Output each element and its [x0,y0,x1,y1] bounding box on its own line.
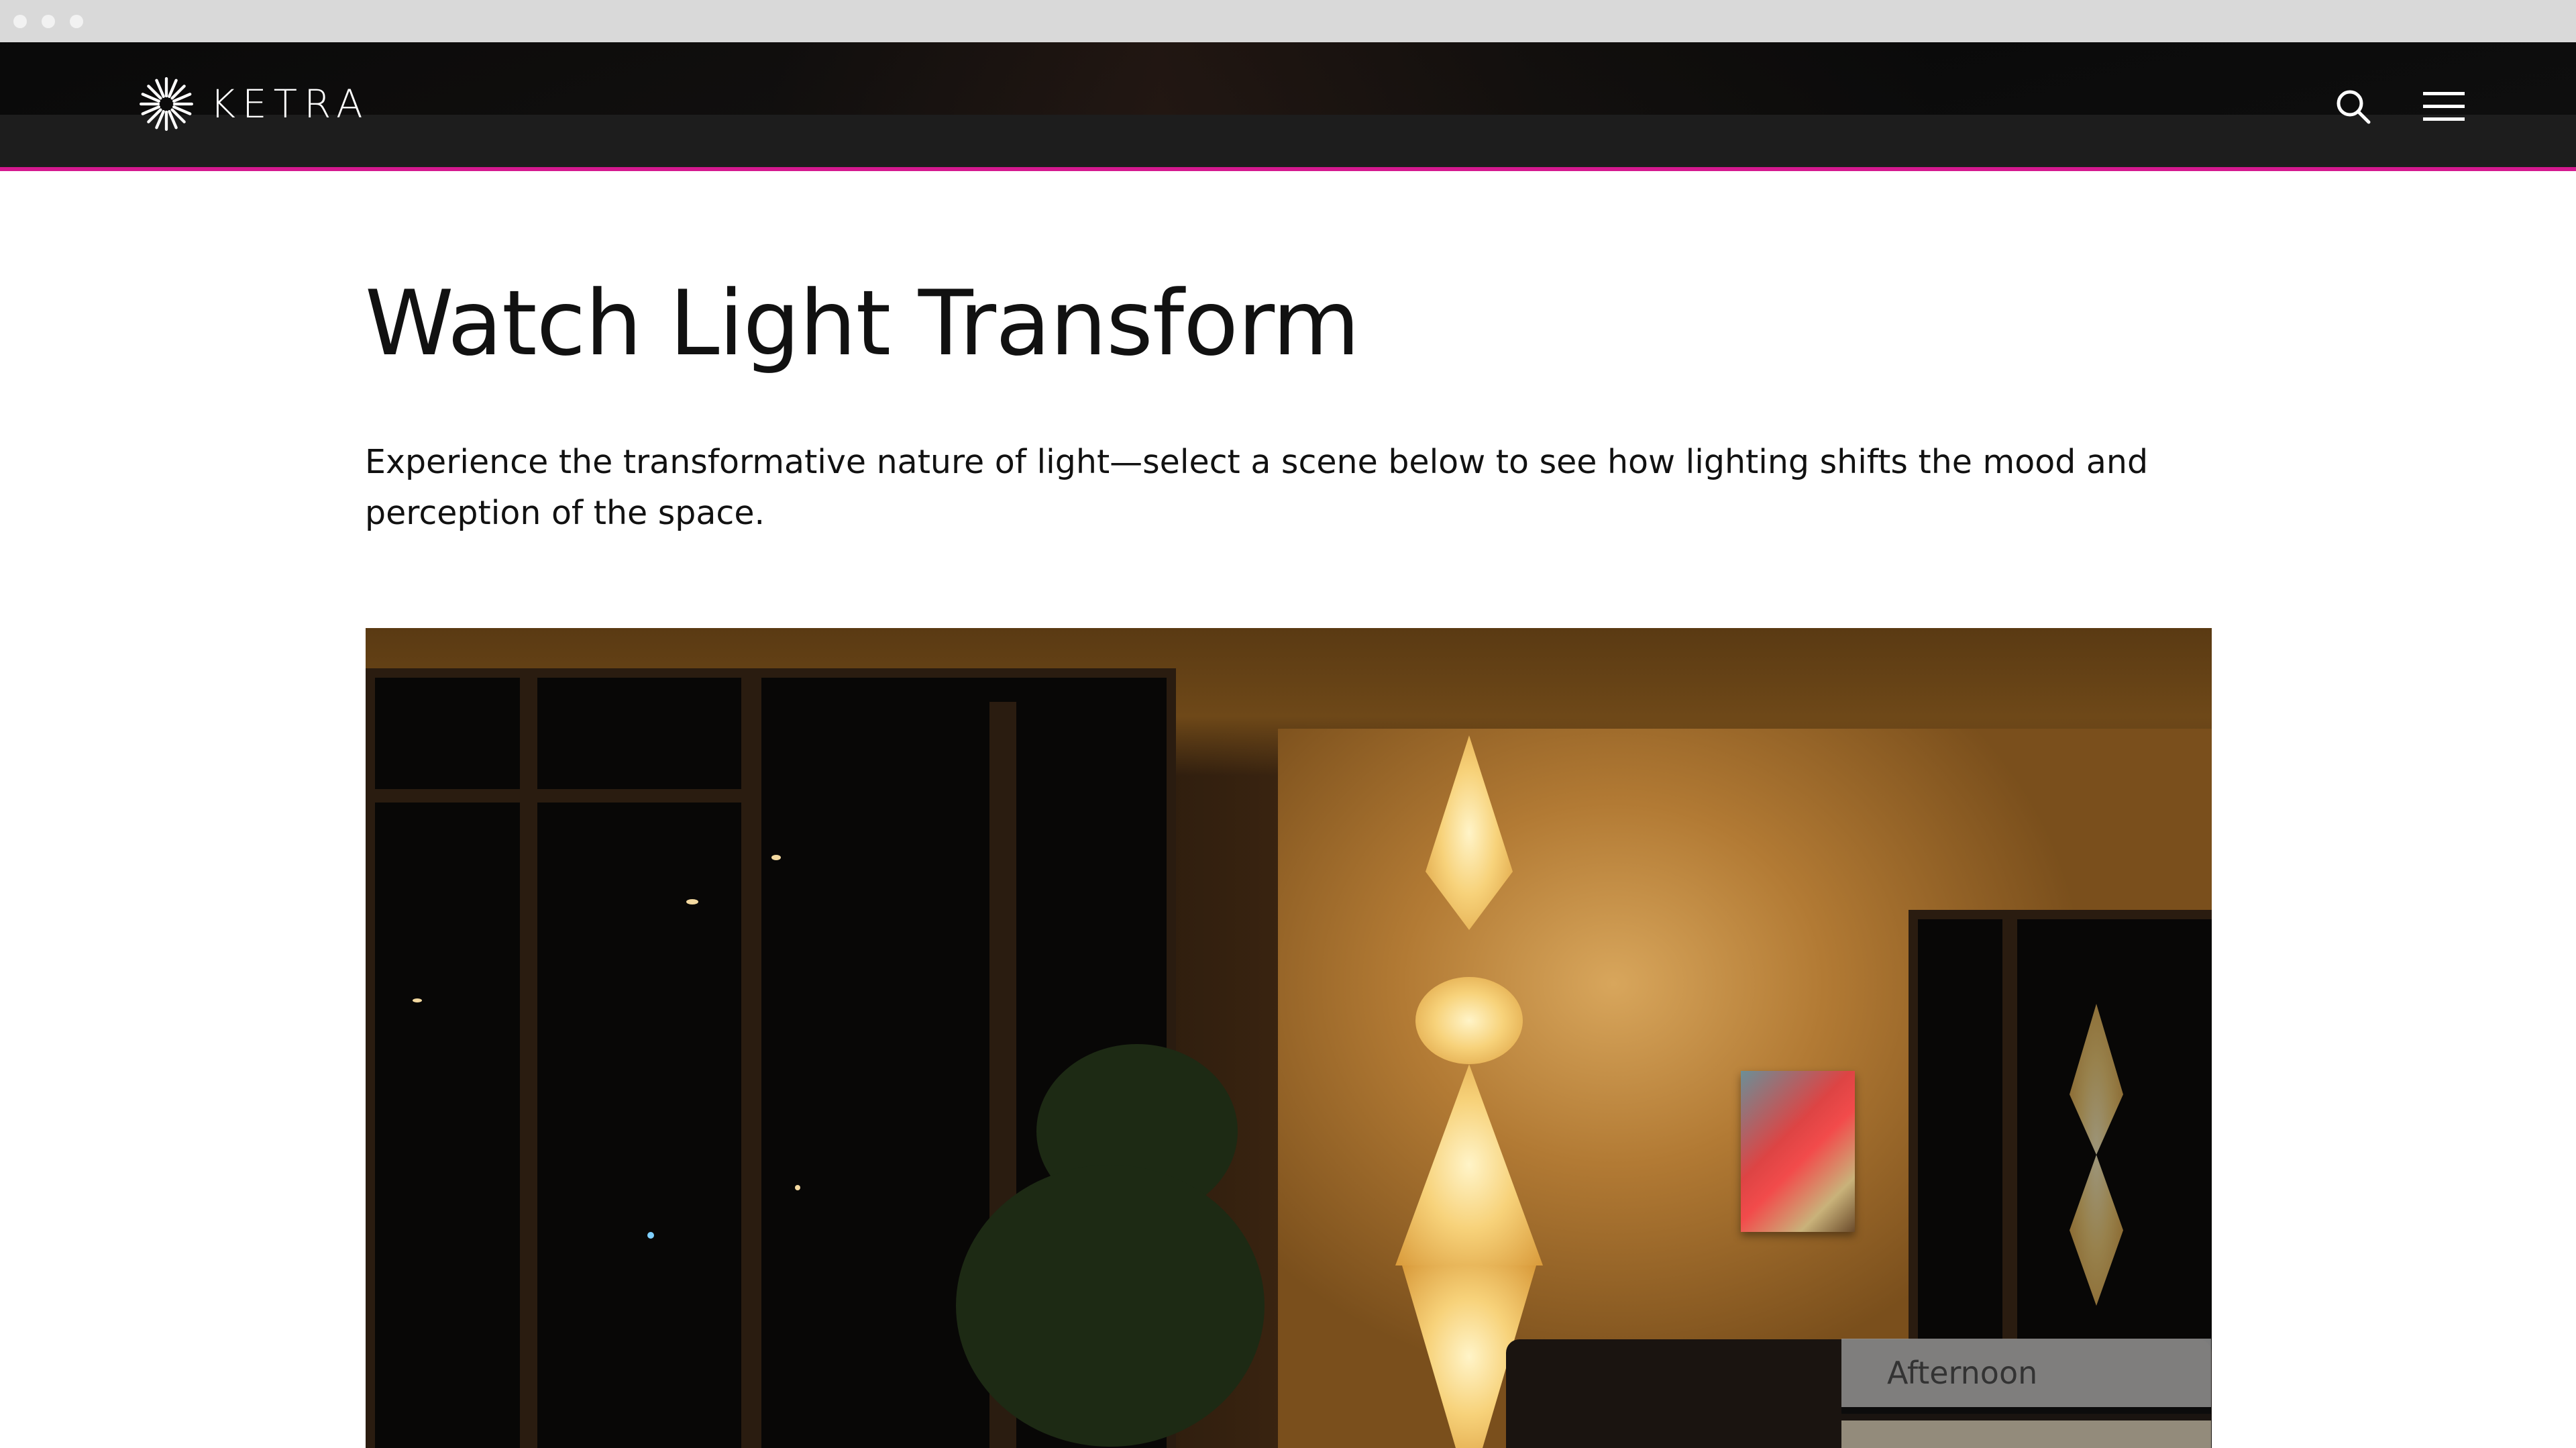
city-light [795,1185,800,1190]
scene-image [366,628,2212,1448]
menu-button[interactable] [2422,85,2466,128]
header-lower-band [0,115,2576,167]
window-minimize-dot[interactable] [42,15,55,28]
scene-window-mullion [741,668,761,1448]
search-button[interactable] [2332,85,2375,128]
scene-tab-afternoon[interactable]: Afternoon [1841,1339,2211,1414]
page-title: Watch Light Transform [365,271,1360,376]
brand-wordmark: KETRA [210,81,370,127]
city-light [771,855,781,860]
window-maximize-dot[interactable] [70,15,83,28]
search-icon [2337,90,2371,124]
city-light [686,899,698,904]
site-header: KETRA [0,42,2576,171]
ketra-logo-link[interactable]: KETRA [138,72,370,136]
scene-window-mullion [366,789,741,803]
city-light [647,1232,654,1239]
window-close-dot[interactable] [13,15,27,28]
browser-chrome [0,0,2576,42]
wall-painting [1741,1071,1855,1232]
intro-paragraph: Experience the transformative nature of … [365,443,2149,532]
hamburger-menu-icon [2423,92,2465,121]
floor-lamp-segment [1415,977,1523,1064]
ketra-starburst-icon [140,77,193,131]
header-background [0,42,2576,115]
scene-window-mullion [520,668,537,1448]
scene-plant [956,1165,1265,1447]
city-light [413,998,422,1002]
scene-tab-next[interactable] [1841,1420,2211,1448]
